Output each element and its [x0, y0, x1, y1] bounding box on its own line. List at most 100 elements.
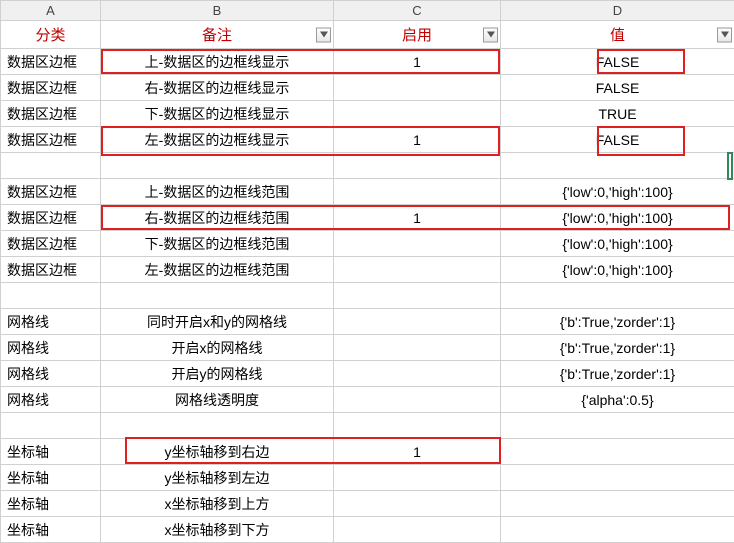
cell-B[interactable]: y坐标轴移到右边	[101, 439, 334, 465]
cell-D[interactable]: {'low':0,'high':100}	[501, 257, 734, 283]
cell-A[interactable]: 数据区边框	[1, 49, 101, 75]
cell-C[interactable]	[334, 517, 501, 543]
table-row: 数据区边框右-数据区的边框线范围1{'low':0,'high':100}	[1, 205, 734, 231]
cell-C[interactable]	[334, 413, 501, 439]
cell-D[interactable]: FALSE	[501, 49, 734, 75]
cell-D[interactable]: {'low':0,'high':100}	[501, 179, 734, 205]
cell-C[interactable]	[334, 283, 501, 309]
cell-D[interactable]: {'alpha':0.5}	[501, 387, 734, 413]
cell-B[interactable]: y坐标轴移到左边	[101, 465, 334, 491]
cell-D[interactable]: {'b':True,'zorder':1}	[501, 309, 734, 335]
cell-A[interactable]: 网格线	[1, 335, 101, 361]
cell-D[interactable]: FALSE	[501, 127, 734, 153]
filter-button[interactable]	[316, 27, 331, 42]
spreadsheet[interactable]: A B C D 分类 备注 启用 值 数据区边框上-数据区的边框线显示1FALS…	[0, 0, 734, 543]
col-letter-B[interactable]: B	[101, 1, 334, 21]
cell-C[interactable]: 1	[334, 205, 501, 231]
cell-C[interactable]	[334, 153, 501, 179]
cell-A[interactable]: 数据区边框	[1, 101, 101, 127]
cell-C[interactable]	[334, 101, 501, 127]
header-category[interactable]: 分类	[1, 21, 101, 49]
cell-D[interactable]: {'b':True,'zorder':1}	[501, 361, 734, 387]
table-row: 坐标轴y坐标轴移到右边1	[1, 439, 734, 465]
cell-B[interactable]: 左-数据区的边框线显示	[101, 127, 334, 153]
cell-D[interactable]	[501, 439, 734, 465]
cell-A[interactable]: 坐标轴	[1, 439, 101, 465]
filter-button[interactable]	[483, 27, 498, 42]
cell-B[interactable]: 右-数据区的边框线范围	[101, 205, 334, 231]
col-letter-D[interactable]: D	[501, 1, 734, 21]
cell-D[interactable]: FALSE	[501, 75, 734, 101]
cell-B[interactable]: x坐标轴移到上方	[101, 491, 334, 517]
cell-D[interactable]	[501, 413, 734, 439]
cell-D[interactable]	[501, 517, 734, 543]
cell-B[interactable]	[101, 153, 334, 179]
cell-A[interactable]: 网格线	[1, 387, 101, 413]
header-value[interactable]: 值	[501, 21, 734, 49]
table-row: 网格线同时开启x和y的网格线 {'b':True,'zorder':1}	[1, 309, 734, 335]
cell-C[interactable]	[334, 231, 501, 257]
cell-A[interactable]: 数据区边框	[1, 205, 101, 231]
cell-B[interactable]: 右-数据区的边框线显示	[101, 75, 334, 101]
cell-A[interactable]	[1, 413, 101, 439]
cell-A[interactable]: 坐标轴	[1, 517, 101, 543]
table-row: 数据区边框下-数据区的边框线显示 TRUE	[1, 101, 734, 127]
cell-B[interactable]: 上-数据区的边框线显示	[101, 49, 334, 75]
cell-A[interactable]: 数据区边框	[1, 75, 101, 101]
cell-B[interactable]: 下-数据区的边框线范围	[101, 231, 334, 257]
cell-A[interactable]: 数据区边框	[1, 179, 101, 205]
cell-C[interactable]: 1	[334, 439, 501, 465]
cell-D[interactable]: TRUE	[501, 101, 734, 127]
cell-A[interactable]: 数据区边框	[1, 257, 101, 283]
cell-B[interactable]: 下-数据区的边框线显示	[101, 101, 334, 127]
cell-C[interactable]: 1	[334, 49, 501, 75]
cell-A[interactable]: 数据区边框	[1, 231, 101, 257]
cell-B[interactable]	[101, 413, 334, 439]
cell-D[interactable]	[501, 153, 734, 179]
cell-A[interactable]: 网格线	[1, 361, 101, 387]
cell-C[interactable]	[334, 309, 501, 335]
cell-C[interactable]	[334, 179, 501, 205]
header-label: 分类	[35, 27, 65, 44]
cell-B[interactable]: 开启y的网格线	[101, 361, 334, 387]
header-enable[interactable]: 启用	[334, 21, 501, 49]
table-row: 数据区边框左-数据区的边框线范围 {'low':0,'high':100}	[1, 257, 734, 283]
cell-C[interactable]	[334, 491, 501, 517]
cell-D[interactable]	[501, 283, 734, 309]
cell-C[interactable]: 1	[334, 127, 501, 153]
filter-button[interactable]	[717, 27, 732, 42]
cell-B[interactable]: 上-数据区的边框线范围	[101, 179, 334, 205]
cell-C[interactable]	[334, 465, 501, 491]
cell-A[interactable]	[1, 283, 101, 309]
cell-B[interactable]	[101, 283, 334, 309]
cell-C[interactable]	[334, 335, 501, 361]
cell-B[interactable]: 开启x的网格线	[101, 335, 334, 361]
header-remark[interactable]: 备注	[101, 21, 334, 49]
cell-C[interactable]	[334, 75, 501, 101]
cell-C[interactable]	[334, 361, 501, 387]
cell-D[interactable]: {'low':0,'high':100}	[501, 231, 734, 257]
cell-D[interactable]	[501, 491, 734, 517]
cell-A[interactable]	[1, 153, 101, 179]
cell-A[interactable]: 坐标轴	[1, 491, 101, 517]
table-row	[1, 413, 734, 439]
table-row: 数据区边框上-数据区的边框线范围 {'low':0,'high':100}	[1, 179, 734, 205]
col-letter-C[interactable]: C	[334, 1, 501, 21]
cell-C[interactable]	[334, 387, 501, 413]
column-letters-row: A B C D	[1, 1, 734, 21]
cell-A[interactable]: 数据区边框	[1, 127, 101, 153]
table-row	[1, 153, 734, 179]
cell-A[interactable]: 坐标轴	[1, 465, 101, 491]
table-row: 数据区边框左-数据区的边框线显示1FALSE	[1, 127, 734, 153]
cell-D[interactable]: {'b':True,'zorder':1}	[501, 335, 734, 361]
cell-B[interactable]: 网格线透明度	[101, 387, 334, 413]
cell-A[interactable]: 网格线	[1, 309, 101, 335]
col-letter-A[interactable]: A	[1, 1, 101, 21]
cell-B[interactable]: 同时开启x和y的网格线	[101, 309, 334, 335]
cell-B[interactable]: x坐标轴移到下方	[101, 517, 334, 543]
cell-D[interactable]	[501, 465, 734, 491]
cell-D[interactable]: {'low':0,'high':100}	[501, 205, 734, 231]
grid[interactable]: A B C D 分类 备注 启用 值 数据区边框上-数据区的边框线显示1FALS…	[0, 0, 734, 543]
cell-B[interactable]: 左-数据区的边框线范围	[101, 257, 334, 283]
cell-C[interactable]	[334, 257, 501, 283]
